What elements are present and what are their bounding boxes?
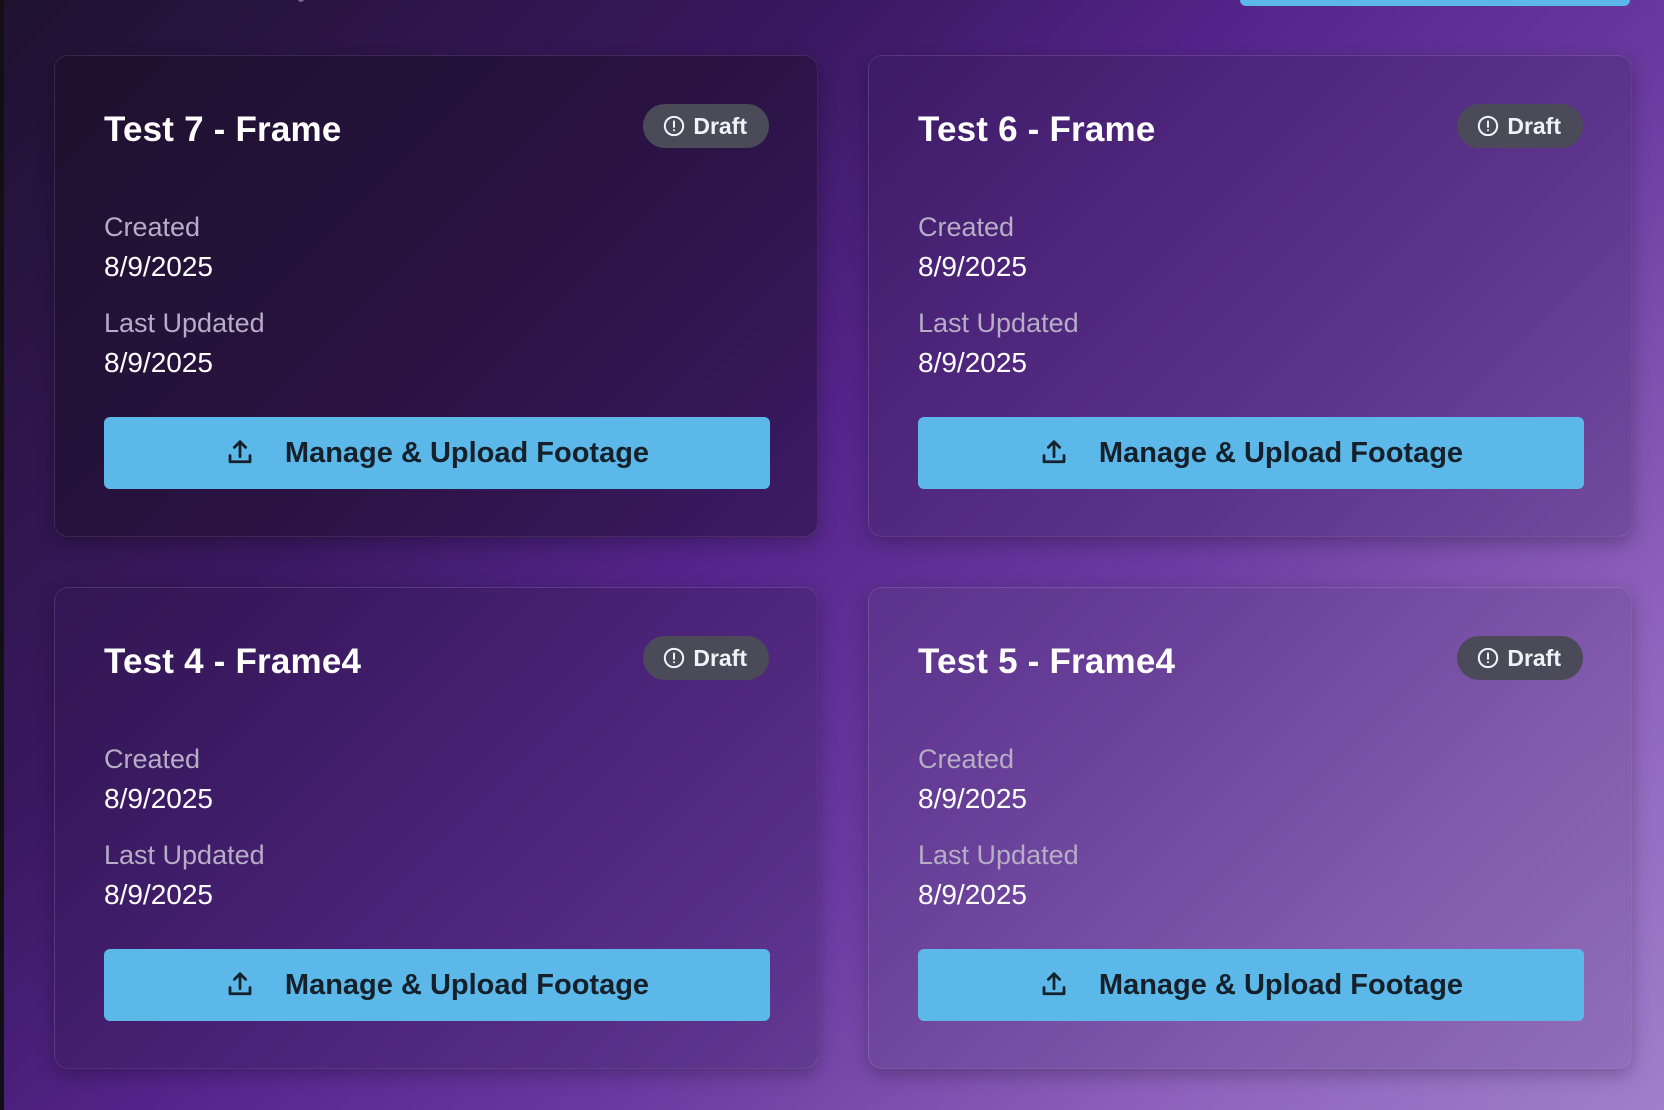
created-date: 8/9/2025	[918, 783, 1027, 814]
status-badge: Draft	[643, 636, 769, 680]
card-title: Test 7 - Frame	[104, 110, 342, 149]
manage-upload-footage-button[interactable]: Manage & Upload Footage	[104, 949, 770, 1021]
alert-circle-icon	[663, 115, 685, 137]
frame-card: Test 5 - Frame4 Draft Created 8/9/2025 L…	[868, 587, 1632, 1069]
upload-icon	[225, 438, 255, 468]
created-date: 8/9/2025	[104, 783, 213, 814]
manage-upload-footage-label: Manage & Upload Footage	[1098, 968, 1464, 1001]
manage-upload-footage-button[interactable]: Manage & Upload Footage	[918, 417, 1584, 489]
manage-upload-footage-label: Manage & Upload Footage	[284, 436, 650, 469]
frame-card: Test 7 - Frame Draft Created 8/9/2025 La…	[54, 55, 818, 537]
created-label: Created	[918, 212, 1015, 242]
status-badge-label: Draft	[1507, 644, 1561, 671]
alert-circle-icon	[663, 647, 685, 669]
last-updated-date: 8/9/2025	[918, 347, 1027, 378]
status-badge-label: Draft	[1507, 112, 1561, 139]
last-updated-label: Last Updated	[104, 308, 265, 338]
last-updated-date: 8/9/2025	[918, 879, 1027, 910]
window-edge	[0, 0, 4, 1110]
status-badge: Draft	[1457, 636, 1583, 680]
created-date: 8/9/2025	[918, 251, 1027, 282]
manage-upload-footage-label: Manage & Upload Footage	[284, 968, 650, 1001]
alert-circle-icon	[1477, 647, 1499, 669]
created-label: Created	[104, 744, 201, 774]
last-updated-date: 8/9/2025	[104, 347, 213, 378]
last-updated-label: Last Updated	[104, 840, 265, 870]
manage-upload-footage-button[interactable]: Manage & Upload Footage	[918, 949, 1584, 1021]
status-badge-label: Draft	[693, 112, 747, 139]
last-updated-date: 8/9/2025	[104, 879, 213, 910]
status-badge: Draft	[1457, 104, 1583, 148]
manage-upload-footage-button[interactable]: Manage & Upload Footage	[104, 417, 770, 489]
clipped-element	[298, 0, 304, 2]
card-title: Test 6 - Frame	[918, 110, 1156, 149]
upload-icon	[1039, 438, 1069, 468]
created-label: Created	[104, 212, 201, 242]
last-updated-label: Last Updated	[918, 840, 1079, 870]
top-action-button-clipped[interactable]	[1240, 0, 1630, 6]
last-updated-label: Last Updated	[918, 308, 1079, 338]
upload-icon	[1039, 970, 1069, 1000]
created-label: Created	[918, 744, 1015, 774]
card-title: Test 5 - Frame4	[918, 642, 1176, 681]
status-badge-label: Draft	[693, 644, 747, 671]
frame-card: Test 6 - Frame Draft Created 8/9/2025 La…	[868, 55, 1632, 537]
status-badge: Draft	[643, 104, 769, 148]
card-title: Test 4 - Frame4	[104, 642, 362, 681]
manage-upload-footage-label: Manage & Upload Footage	[1098, 436, 1464, 469]
created-date: 8/9/2025	[104, 251, 213, 282]
upload-icon	[225, 970, 255, 1000]
frame-card: Test 4 - Frame4 Draft Created 8/9/2025 L…	[54, 587, 818, 1069]
alert-circle-icon	[1477, 115, 1499, 137]
